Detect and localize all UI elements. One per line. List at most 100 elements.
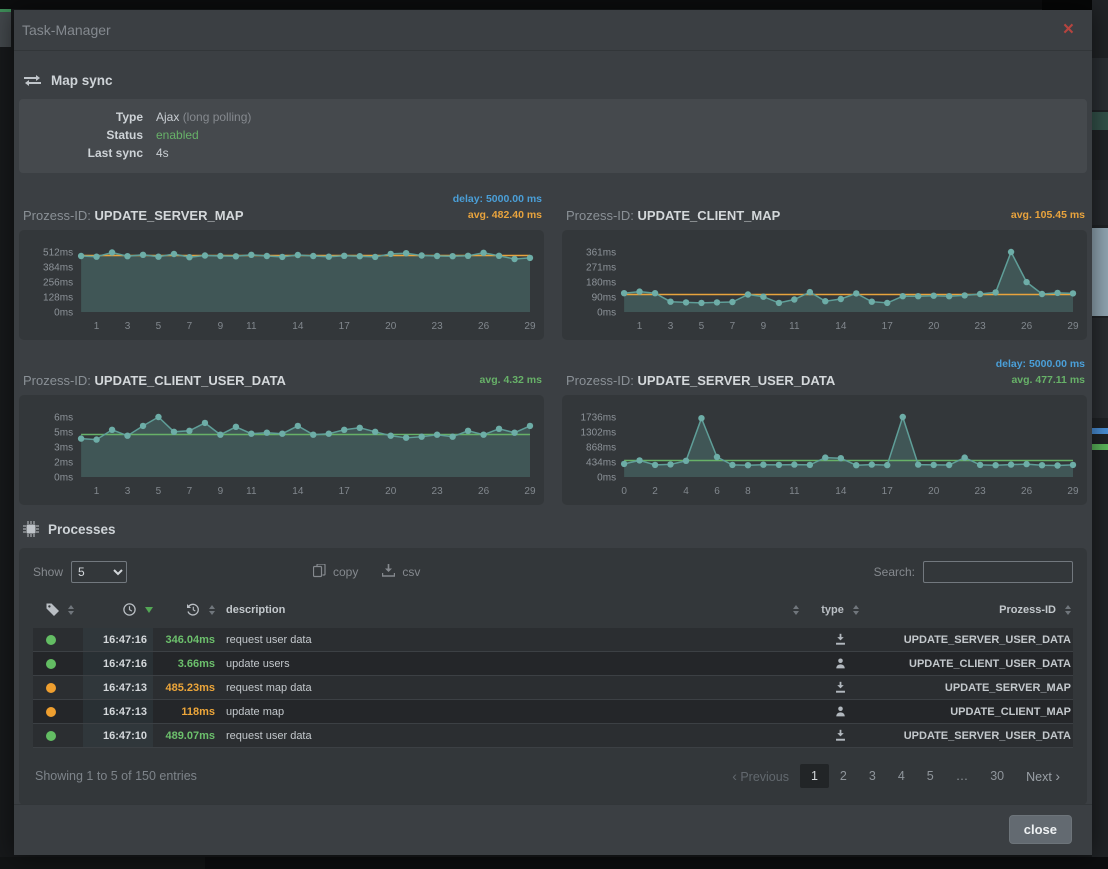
- tag-icon: [46, 603, 59, 616]
- pagination-page-5[interactable]: 5: [916, 764, 945, 788]
- status-value: enabled: [156, 126, 199, 144]
- svg-text:7: 7: [187, 486, 193, 497]
- status-dot: [46, 635, 56, 645]
- table-row[interactable]: 16:47:16 346.04ms request user data UPDA…: [33, 628, 1073, 652]
- row-prozess-id: UPDATE_SERVER_USER_DATA: [873, 628, 1073, 651]
- svg-text:11: 11: [789, 321, 800, 332]
- svg-text:29: 29: [1067, 321, 1079, 332]
- chart-update-server-user-data: Prozess-ID: UPDATE_SERVER_USER_DATA dela…: [562, 356, 1087, 505]
- row-time: 16:47:16: [83, 652, 153, 675]
- type-value: Ajax (long polling): [156, 108, 251, 126]
- row-description: request user data: [215, 628, 807, 651]
- svg-text:17: 17: [339, 321, 351, 332]
- chart-canvas: 512ms384ms256ms128ms0ms13579111417202326…: [19, 230, 544, 340]
- info-row-last-sync: Last sync 4s: [35, 144, 1071, 162]
- close-icon[interactable]: ×: [1063, 23, 1074, 37]
- delay-value: delay: 5000.00 ms: [996, 356, 1085, 372]
- table-toolbar: Show 5 copy: [33, 557, 1073, 587]
- pagination-page-4[interactable]: 4: [887, 764, 916, 788]
- row-prozess-id: UPDATE_CLIENT_USER_DATA: [873, 652, 1073, 675]
- column-time[interactable]: [83, 598, 153, 621]
- table-row[interactable]: 16:47:16 3.66ms update users UPDATE_CLIE…: [33, 652, 1073, 676]
- status-dot: [46, 707, 56, 717]
- charts-grid: Prozess-ID: UPDATE_SERVER_MAP delay: 500…: [19, 191, 1087, 505]
- export-group: copy csv: [313, 564, 420, 581]
- column-description[interactable]: description: [215, 598, 807, 621]
- table-header: description type Prozess-ID: [33, 593, 1073, 628]
- type-value-note: (long polling): [183, 110, 252, 124]
- table-row[interactable]: 16:47:13 118ms update map UPDATE_CLIENT_…: [33, 700, 1073, 724]
- row-type: [807, 652, 873, 675]
- svg-text:26: 26: [1021, 321, 1033, 332]
- csv-label: csv: [402, 565, 420, 579]
- pagination-page-2[interactable]: 2: [829, 764, 858, 788]
- svg-text:256ms: 256ms: [43, 278, 73, 289]
- row-description: update map: [215, 700, 807, 723]
- chart-canvas: 1736ms1302ms868ms434ms0ms024681114172023…: [562, 395, 1087, 505]
- pagination-page-30[interactable]: 30: [979, 764, 1015, 788]
- pagination-next[interactable]: Next ›: [1015, 763, 1071, 789]
- svg-text:2ms: 2ms: [54, 458, 73, 469]
- column-prozess-id[interactable]: Prozess-ID: [873, 598, 1073, 621]
- svg-text:384ms: 384ms: [43, 263, 73, 274]
- svg-text:9: 9: [218, 486, 224, 497]
- row-type: [807, 700, 873, 723]
- svg-text:7: 7: [187, 321, 193, 332]
- svg-text:5: 5: [156, 321, 162, 332]
- process-table-body: 16:47:16 346.04ms request user data UPDA…: [33, 628, 1073, 748]
- column-type[interactable]: type: [807, 598, 873, 621]
- avg-value: avg. 105.45 ms: [1011, 207, 1085, 223]
- row-status: [33, 676, 83, 699]
- prozess-id-header-label: Prozess-ID: [999, 604, 1056, 616]
- background-fragment: [1092, 428, 1108, 434]
- pagination-page-1[interactable]: 1: [800, 764, 829, 788]
- svg-text:29: 29: [524, 486, 536, 497]
- row-type: [807, 676, 873, 699]
- background-fragment: [1092, 58, 1108, 110]
- map-sync-info-box: Type Ajax (long polling) Status enabled …: [19, 99, 1087, 173]
- search-input[interactable]: [923, 561, 1073, 583]
- row-duration: 346.04ms: [153, 628, 215, 651]
- pagination-page-3[interactable]: 3: [858, 764, 887, 788]
- svg-text:26: 26: [1021, 486, 1033, 497]
- column-status[interactable]: [33, 598, 83, 621]
- pagination-previous[interactable]: ‹ Previous: [721, 763, 800, 789]
- svg-text:0: 0: [621, 486, 627, 497]
- svg-text:8: 8: [745, 486, 751, 497]
- user-type-icon: [834, 657, 847, 670]
- svg-text:90ms: 90ms: [592, 293, 616, 304]
- chart-title: Prozess-ID: UPDATE_CLIENT_MAP: [566, 208, 780, 223]
- table-row[interactable]: 16:47:13 485.23ms request map data UPDAT…: [33, 676, 1073, 700]
- delay-value: [480, 356, 542, 372]
- background-map-fragment: [1092, 228, 1108, 316]
- row-prozess-id: UPDATE_CLIENT_MAP: [873, 700, 1073, 723]
- svg-text:3: 3: [668, 321, 674, 332]
- map-sync-title: Map sync: [51, 73, 113, 88]
- chart-meta: delay: 5000.00 ms avg. 477.11 ms: [996, 356, 1085, 388]
- copy-button[interactable]: copy: [313, 564, 358, 581]
- chart-update-client-user-data: Prozess-ID: UPDATE_CLIENT_USER_DATA avg.…: [19, 356, 544, 505]
- download-type-icon: [834, 633, 847, 646]
- type-label: Type: [35, 108, 143, 126]
- status-dot: [46, 731, 56, 741]
- showing-info: Showing 1 to 5 of 150 entries: [35, 769, 197, 783]
- chart-title: Prozess-ID: UPDATE_SERVER_MAP: [23, 208, 244, 223]
- processes-title: Processes: [48, 522, 116, 537]
- svg-text:3: 3: [125, 321, 131, 332]
- copy-icon: [313, 564, 326, 581]
- background-fragment: [1092, 318, 1108, 418]
- close-button[interactable]: close: [1009, 815, 1072, 844]
- row-description: request map data: [215, 676, 807, 699]
- row-description: request user data: [215, 724, 807, 747]
- chart-svg: 512ms384ms256ms128ms0ms13579111417202326…: [23, 236, 540, 338]
- show-entries-select[interactable]: 5: [71, 561, 127, 583]
- sort-descending-icon: [145, 607, 153, 613]
- svg-text:0ms: 0ms: [597, 308, 616, 319]
- row-status: [33, 628, 83, 651]
- svg-text:0ms: 0ms: [54, 473, 73, 484]
- svg-text:4: 4: [683, 486, 689, 497]
- csv-button[interactable]: csv: [382, 564, 420, 580]
- table-row[interactable]: 16:47:10 489.07ms request user data UPDA…: [33, 724, 1073, 748]
- column-duration[interactable]: [153, 598, 215, 621]
- svg-text:5: 5: [156, 486, 162, 497]
